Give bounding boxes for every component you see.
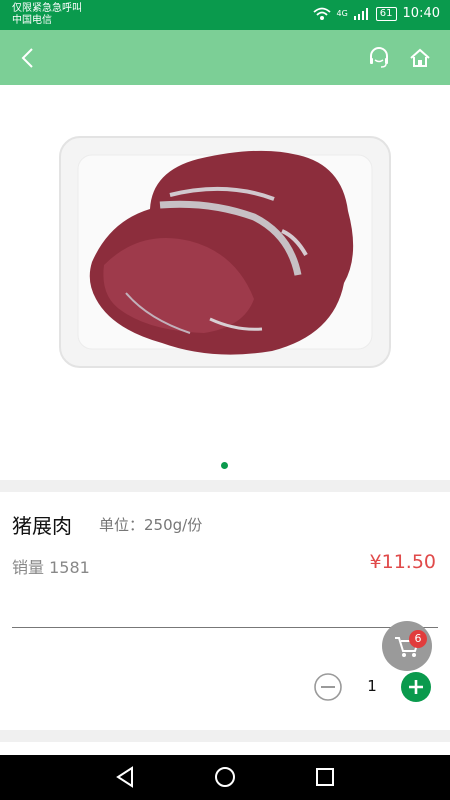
- increase-quantity-button[interactable]: [401, 672, 431, 702]
- plus-icon: [401, 672, 431, 702]
- back-button[interactable]: [12, 42, 44, 74]
- battery-indicator: 61: [375, 6, 397, 21]
- network-type: 4G: [336, 8, 348, 18]
- status-left: 仅限紧急急呼叫 中国电信: [12, 3, 82, 27]
- product-unit: 单位：250g/份: [99, 516, 203, 534]
- status-bar: 仅限紧急急呼叫 中国电信 4G 61 10:40: [0, 0, 450, 30]
- gallery-page-indicator: [221, 462, 228, 469]
- clock: 10:40: [402, 6, 440, 21]
- nav-recents-icon[interactable]: [312, 764, 338, 790]
- cart-count-badge: 6: [409, 630, 427, 648]
- system-navigation-bar: [0, 755, 450, 800]
- product-name: 猪展肉: [12, 514, 72, 538]
- home-icon: [410, 48, 430, 67]
- product-sales: 销量 1581: [12, 558, 90, 577]
- decrease-quantity-button[interactable]: [313, 672, 343, 702]
- product-image-gallery[interactable]: [0, 85, 450, 480]
- product-price: ¥11.50: [369, 551, 436, 573]
- status-right: 4G 61 10:40: [312, 6, 440, 21]
- nav-home-icon[interactable]: [212, 764, 238, 790]
- divider: [12, 627, 438, 628]
- nav-back-icon[interactable]: [112, 764, 138, 790]
- next-section-strip: [0, 742, 450, 755]
- header-bar: [0, 30, 450, 85]
- quantity-value: 1: [367, 677, 377, 695]
- chevron-left-icon: [21, 48, 33, 68]
- carrier-name: 中国电信: [12, 15, 52, 26]
- emergency-call-text: 仅限紧急急呼叫: [12, 3, 82, 14]
- signal-icon: [353, 7, 368, 20]
- minus-icon: [314, 673, 342, 701]
- cart-button[interactable]: [382, 621, 432, 671]
- customer-service-icon: [370, 47, 388, 68]
- home-button[interactable]: [404, 42, 436, 74]
- wifi-icon: [312, 7, 331, 20]
- product-image: [0, 85, 450, 480]
- shopping-cart-icon: [395, 637, 420, 657]
- customer-service-button[interactable]: [363, 42, 395, 74]
